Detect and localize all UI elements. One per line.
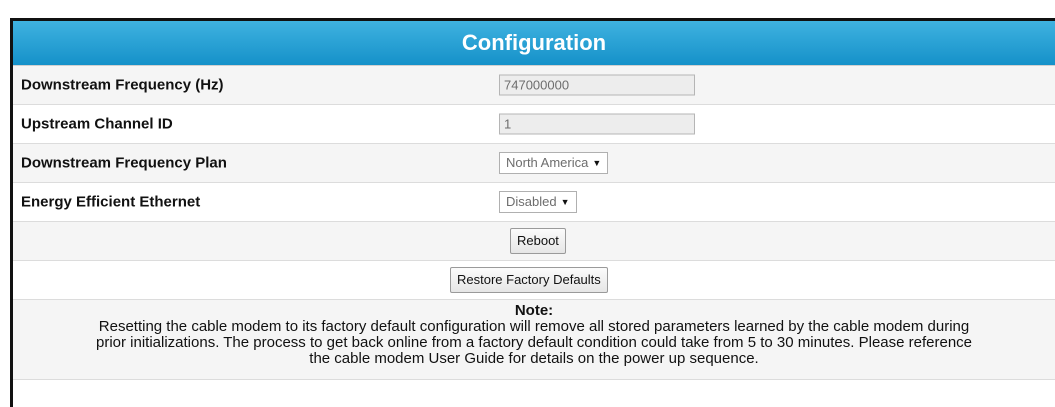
energy-efficient-label: Energy Efficient Ethernet — [21, 193, 201, 211]
caret-down-icon: ▼ — [592, 158, 602, 168]
downstream-frequency-row: Downstream Frequency (Hz) 747000000 — [13, 66, 1055, 105]
frequency-plan-label: Downstream Frequency Plan — [21, 154, 227, 172]
upstream-channel-row: Upstream Channel ID 1 — [13, 105, 1055, 144]
frequency-plan-row: Downstream Frequency Plan North America ▼ — [13, 144, 1055, 183]
restore-row: Restore Factory Defaults — [13, 261, 1055, 300]
note-section: Note: Resetting the cable modem to its f… — [13, 300, 1055, 380]
note-body: Resetting the cable modem to its factory… — [95, 318, 973, 367]
configuration-panel: Configuration Downstream Frequency (Hz) … — [10, 18, 1055, 407]
panel-header: Configuration — [13, 21, 1055, 66]
energy-efficient-select[interactable]: Disabled ▼ — [499, 191, 577, 213]
downstream-frequency-label: Downstream Frequency (Hz) — [21, 76, 224, 94]
caret-down-icon: ▼ — [560, 197, 570, 207]
upstream-channel-label: Upstream Channel ID — [21, 115, 173, 133]
reboot-button[interactable]: Reboot — [510, 228, 566, 254]
energy-efficient-selected: Disabled — [506, 194, 557, 209]
frequency-plan-selected: North America — [506, 155, 589, 170]
restore-factory-defaults-button[interactable]: Restore Factory Defaults — [450, 267, 608, 293]
frequency-plan-select[interactable]: North America ▼ — [499, 152, 609, 174]
energy-efficient-row: Energy Efficient Ethernet Disabled ▼ — [13, 183, 1055, 222]
reboot-row: Reboot — [13, 222, 1055, 261]
downstream-frequency-field[interactable]: 747000000 — [499, 74, 695, 96]
upstream-channel-field[interactable]: 1 — [499, 113, 695, 135]
note-title: Note: — [514, 302, 554, 319]
panel-title: Configuration — [461, 30, 607, 55]
